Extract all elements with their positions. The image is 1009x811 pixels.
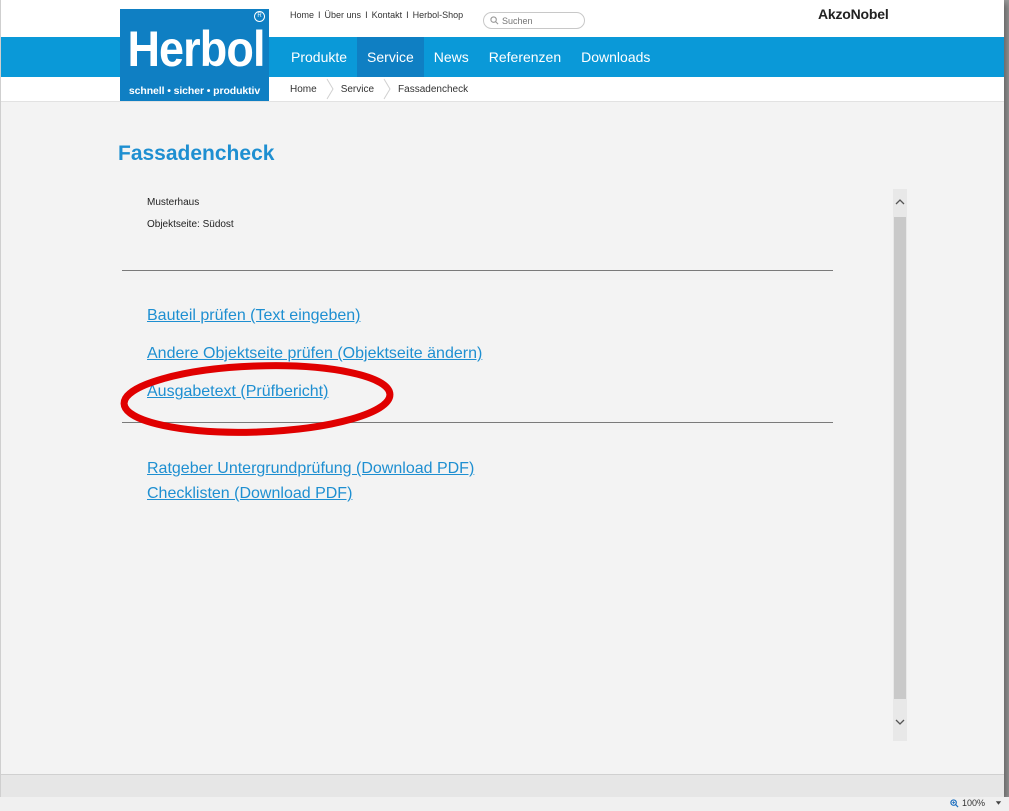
top-links: Home I Über uns I Kontakt I Herbol-Shop	[290, 10, 463, 20]
breadcrumb: Home Service Fassadencheck	[290, 77, 468, 101]
nav-item-produkte[interactable]: Produkte	[281, 37, 357, 77]
akzonobel-logo[interactable]: AkzoNobel	[818, 6, 889, 22]
top-link-contact[interactable]: Kontakt	[372, 10, 403, 20]
nav-item-service[interactable]: Service	[357, 37, 424, 77]
chevron-up-icon	[895, 199, 905, 205]
output-report-link[interactable]: Ausgabetext (Prüfbericht)	[147, 383, 328, 401]
change-object-side-link[interactable]: Andere Objektseite prüfen (Objektseite ä…	[147, 345, 482, 363]
chevron-down-icon	[895, 719, 905, 725]
guide-download-link[interactable]: Ratgeber Untergrundprüfung (Download PDF…	[147, 460, 474, 478]
breadcrumb-chevron-icon	[326, 78, 334, 100]
scroll-down-button[interactable]	[893, 709, 907, 735]
nav-item-news[interactable]: News	[424, 37, 479, 77]
nav-item-referenzen[interactable]: Referenzen	[479, 37, 571, 77]
search-icon	[490, 16, 499, 25]
breadcrumb-service[interactable]: Service	[341, 84, 374, 95]
top-link-home[interactable]: Home	[290, 10, 314, 20]
breadcrumb-home[interactable]: Home	[290, 84, 317, 95]
top-link-shop[interactable]: Herbol-Shop	[413, 10, 464, 20]
zoom-icon	[950, 798, 959, 808]
checklists-download-link[interactable]: Checklisten (Download PDF)	[147, 485, 352, 503]
object-name: Musterhaus	[147, 197, 200, 208]
top-link-about[interactable]: Über uns	[325, 10, 362, 20]
zoom-control[interactable]: 100%	[950, 798, 1003, 808]
dropdown-arrow-icon	[995, 801, 1002, 805]
browser-viewport: Home I Über uns I Kontakt I Herbol-Shop …	[0, 0, 1004, 797]
logo-tagline: schnell • sicher • produktiv	[128, 85, 261, 97]
check-component-link[interactable]: Bauteil prüfen (Text eingeben)	[147, 307, 360, 325]
top-link-separator: I	[365, 10, 368, 20]
search-box[interactable]	[483, 12, 585, 29]
breadcrumb-chevron-icon	[383, 78, 391, 100]
browser-status-bar	[1, 774, 1004, 797]
scroll-thumb[interactable]	[894, 217, 906, 699]
zoom-level: 100%	[961, 798, 985, 808]
divider	[122, 422, 833, 423]
top-link-separator: I	[406, 10, 409, 20]
divider	[122, 270, 833, 271]
breadcrumb-current: Fassadencheck	[398, 83, 469, 95]
content-scrollbar[interactable]	[893, 189, 907, 741]
nav-item-downloads[interactable]: Downloads	[571, 37, 660, 77]
browser-zoom-bar: 100%	[0, 797, 1009, 811]
registered-mark-icon: R	[254, 11, 265, 22]
page-title: Fassadencheck	[118, 142, 275, 165]
search-input[interactable]	[502, 15, 580, 26]
scroll-up-button[interactable]	[893, 189, 907, 215]
object-side: Objektseite: Südost	[147, 219, 234, 230]
top-link-separator: I	[318, 10, 321, 20]
herbol-logo[interactable]: Herbol schnell • sicher • produktiv R	[120, 9, 269, 101]
logo-wordmark: Herbol	[127, 21, 265, 77]
